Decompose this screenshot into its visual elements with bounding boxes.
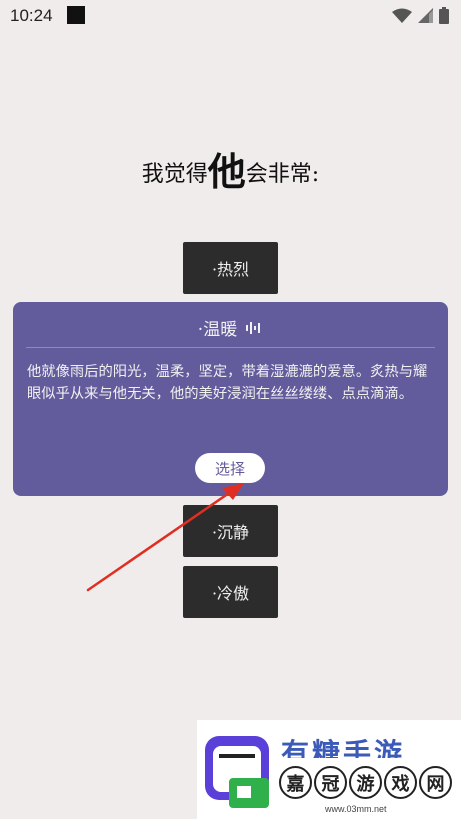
watermark-char: 网 bbox=[419, 766, 452, 799]
watermark-char: 游 bbox=[349, 766, 382, 799]
watermark-logo-icon bbox=[205, 736, 269, 808]
watermark-char: 冠 bbox=[314, 766, 347, 799]
watermark-brand: 有糖手游 bbox=[281, 738, 406, 758]
watermark: 有糖手游 嘉 冠 游 戏 网 www.03mm.net bbox=[197, 720, 461, 819]
watermark-char: 嘉 bbox=[279, 766, 312, 799]
watermark-chars: 嘉 冠 游 戏 网 bbox=[279, 766, 452, 799]
watermark-url: www.03mm.net bbox=[325, 804, 387, 814]
pointer-arrow bbox=[86, 483, 244, 592]
watermark-char: 戏 bbox=[384, 766, 417, 799]
